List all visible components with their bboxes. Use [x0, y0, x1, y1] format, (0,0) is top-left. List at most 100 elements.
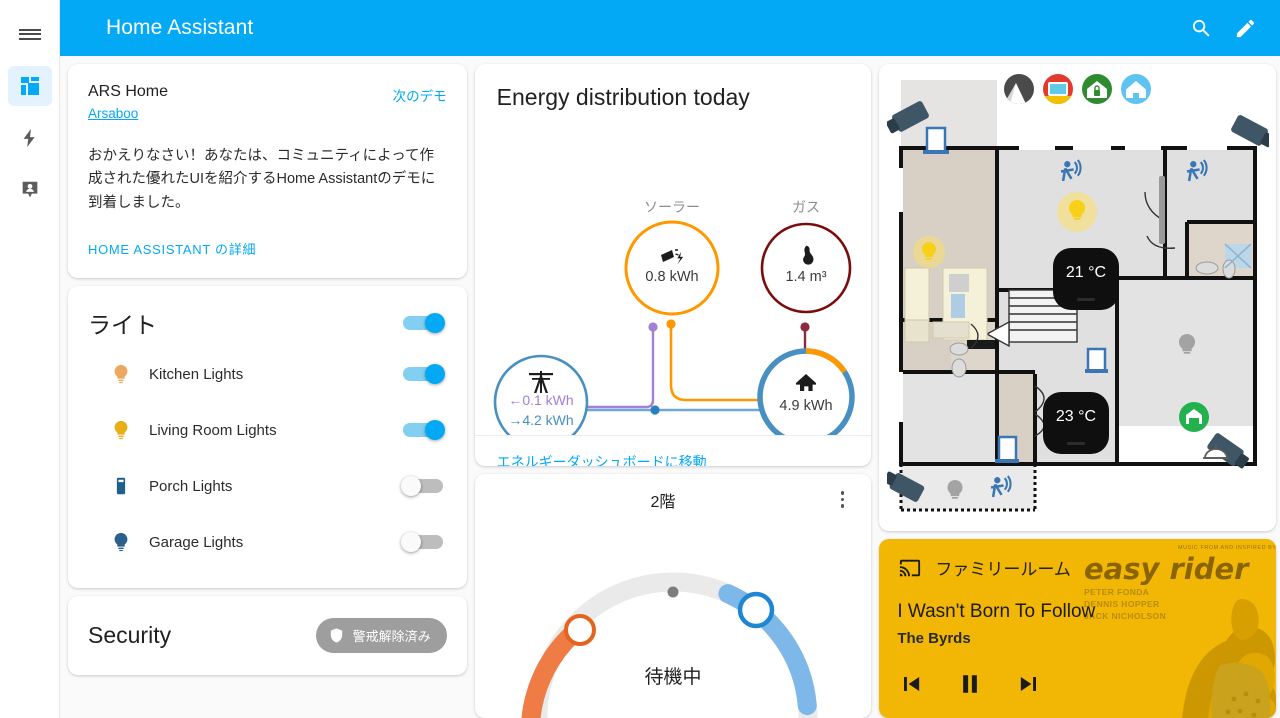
welcome-card: ARS Home Arsaboo 次のデモ おかえりなさい！あなたは、コミュニテ… — [68, 64, 467, 279]
home-value: 4.9 kWh — [779, 398, 832, 414]
search-icon[interactable] — [1186, 13, 1216, 43]
header-actions — [1186, 13, 1280, 43]
light-toggle-garage[interactable] — [400, 531, 447, 553]
light-toggle-porch[interactable] — [400, 475, 447, 497]
home-name: ARS Home — [88, 83, 169, 100]
bulb-icon — [106, 531, 136, 553]
list-item[interactable]: Porch Lights — [88, 458, 447, 514]
solar-node — [624, 220, 720, 316]
flow-dot-grid-home — [650, 405, 660, 415]
energy-distribution-diagram: ソーラー 0.8 kWh ガス 1.4 m³ ←0.1 kWh →4.2 kWh… — [475, 115, 872, 450]
shield-icon — [330, 628, 342, 643]
lights-title: ライト — [88, 312, 157, 339]
lights-header: ライト — [88, 300, 447, 346]
lightning-bolt-icon — [23, 128, 35, 148]
security-title: Security — [88, 622, 172, 649]
media-info: ファミリールーム I Wasn't Born To Follow The Byr… — [879, 539, 1276, 718]
tv-strip — [1159, 176, 1166, 244]
light-toggle-living-room[interactable] — [401, 419, 447, 441]
sidebar — [0, 0, 60, 718]
person-map-marker-icon — [22, 181, 37, 198]
energy-card-title: Energy distribution today — [496, 84, 750, 110]
welcome-identity: ARS Home Arsaboo — [88, 82, 168, 123]
toggle-knob — [424, 364, 445, 385]
solar-value: 0.8 kWh — [645, 269, 698, 285]
dial-high-handle — [737, 591, 774, 628]
flow-dot-solar-home — [666, 319, 676, 329]
home-assistant-more-link[interactable]: HOME ASSISTANT の詳細 — [88, 239, 447, 258]
floorplan-svg: 21 °C 23 °C — [887, 72, 1270, 526]
toggle-knob — [424, 313, 445, 334]
garage-icon — [1179, 402, 1210, 432]
cast-icon — [900, 559, 921, 576]
sidebar-item-map[interactable] — [8, 170, 52, 210]
list-item[interactable]: Living Room Lights — [88, 402, 447, 458]
page-title: Home Assistant — [106, 16, 254, 39]
overflow-menu-icon[interactable] — [829, 491, 855, 508]
grid-value-out: →4.2 kWh — [508, 412, 573, 428]
media-controls — [897, 669, 1258, 704]
svg-text:23 °C: 23 °C — [1056, 408, 1096, 425]
status-badge[interactable]: 警戒解除済み — [315, 618, 447, 654]
pause-icon[interactable] — [955, 669, 985, 704]
sidebar-item-dashboard[interactable] — [7, 66, 52, 106]
column-left: ARS Home Arsaboo 次のデモ おかえりなさい！あなたは、コミュニテ… — [68, 64, 467, 718]
floorplan-badges — [879, 74, 1276, 104]
light-toggle-kitchen[interactable] — [401, 363, 447, 385]
solar-label: ソーラー — [644, 199, 700, 215]
column-middle: Energy distribution today ソーラー 0.8 kWh ガ… — [474, 64, 872, 718]
floorplan-card: 21 °C 23 °C — [879, 64, 1276, 532]
thermostat-card: 2階 待機中 — [474, 473, 872, 718]
bulb-icon — [106, 363, 136, 385]
thermostat-title: 2階 — [650, 493, 676, 511]
thermostat-header: 2階 — [475, 474, 872, 512]
dial-current-marker — [667, 586, 679, 598]
toggle-knob — [400, 532, 421, 553]
floorplan-thermostat-2: 23 °C — [1043, 392, 1110, 454]
floorplan-thermostat-1: 21 °C — [1053, 248, 1120, 310]
app-header: Home Assistant — [60, 0, 1280, 56]
list-item-label: Living Room Lights — [149, 421, 277, 439]
welcome-message: おかえりなさい！あなたは、コミュニティによって作成された優れたUIを紹介するHo… — [88, 147, 436, 211]
curtain-icon[interactable] — [1004, 74, 1035, 104]
welcome-header: ARS Home Arsaboo 次のデモ — [88, 82, 447, 123]
toggle-knob — [400, 476, 421, 497]
sidebar-item-energy[interactable] — [8, 118, 52, 158]
skip-previous-icon[interactable] — [897, 670, 925, 703]
pencil-edit-icon[interactable] — [1230, 13, 1260, 43]
gas-label: ガス — [792, 199, 820, 215]
tv-icon[interactable] — [1043, 74, 1074, 104]
thermostat-state: 待機中 — [644, 666, 702, 688]
home-lock-icon[interactable] — [1082, 74, 1113, 104]
toggle-knob — [424, 420, 445, 441]
energy-dashboard-link[interactable]: エネルギーダッシュボードに移動 — [474, 435, 872, 466]
hamburger-menu-icon[interactable] — [10, 14, 50, 54]
thermostat-dial[interactable]: 待機中 — [475, 512, 872, 718]
svg-text:21 °C: 21 °C — [1066, 264, 1106, 281]
grid-dashboard-icon — [20, 77, 39, 95]
media-artist: The Byrds — [897, 630, 971, 648]
list-item-label: Kitchen Lights — [149, 365, 244, 383]
media-player-card: MUSIC FROM AND INSPIRED BY easy rider PE… — [879, 539, 1276, 718]
user-link[interactable]: Arsaboo — [88, 106, 138, 121]
light-strip-icon — [106, 475, 136, 497]
list-item[interactable]: Garage Lights — [88, 514, 447, 570]
skip-next-icon[interactable] — [1015, 670, 1043, 703]
flow-dot-solar-grid — [648, 322, 658, 332]
bulb-icon — [106, 419, 136, 441]
security-card: Security 警戒解除済み — [68, 596, 467, 676]
gas-node — [760, 222, 851, 314]
gas-value: 1.4 m³ — [785, 269, 826, 285]
flow-dot-gas-home — [800, 322, 810, 332]
energy-distribution-card: Energy distribution today ソーラー 0.8 kWh ガ… — [474, 64, 872, 466]
lights-card: ライト Kitchen Lights Living Room Lights Po… — [68, 286, 467, 589]
dial-low-handle — [563, 613, 596, 646]
column-right: 21 °C 23 °C MUSIC FROM AND INSPIRED BY e… — [879, 64, 1276, 718]
dashboard-columns: ARS Home Arsaboo 次のデモ おかえりなさい！あなたは、コミュニテ… — [60, 56, 1280, 718]
media-source-label: ファミリールーム — [935, 560, 1071, 580]
house-icon[interactable] — [1121, 74, 1152, 104]
lights-master-toggle[interactable] — [401, 312, 447, 334]
media-source: ファミリールーム — [897, 555, 1258, 580]
list-item[interactable]: Kitchen Lights — [88, 346, 447, 402]
next-demo-link[interactable]: 次のデモ — [393, 82, 447, 105]
